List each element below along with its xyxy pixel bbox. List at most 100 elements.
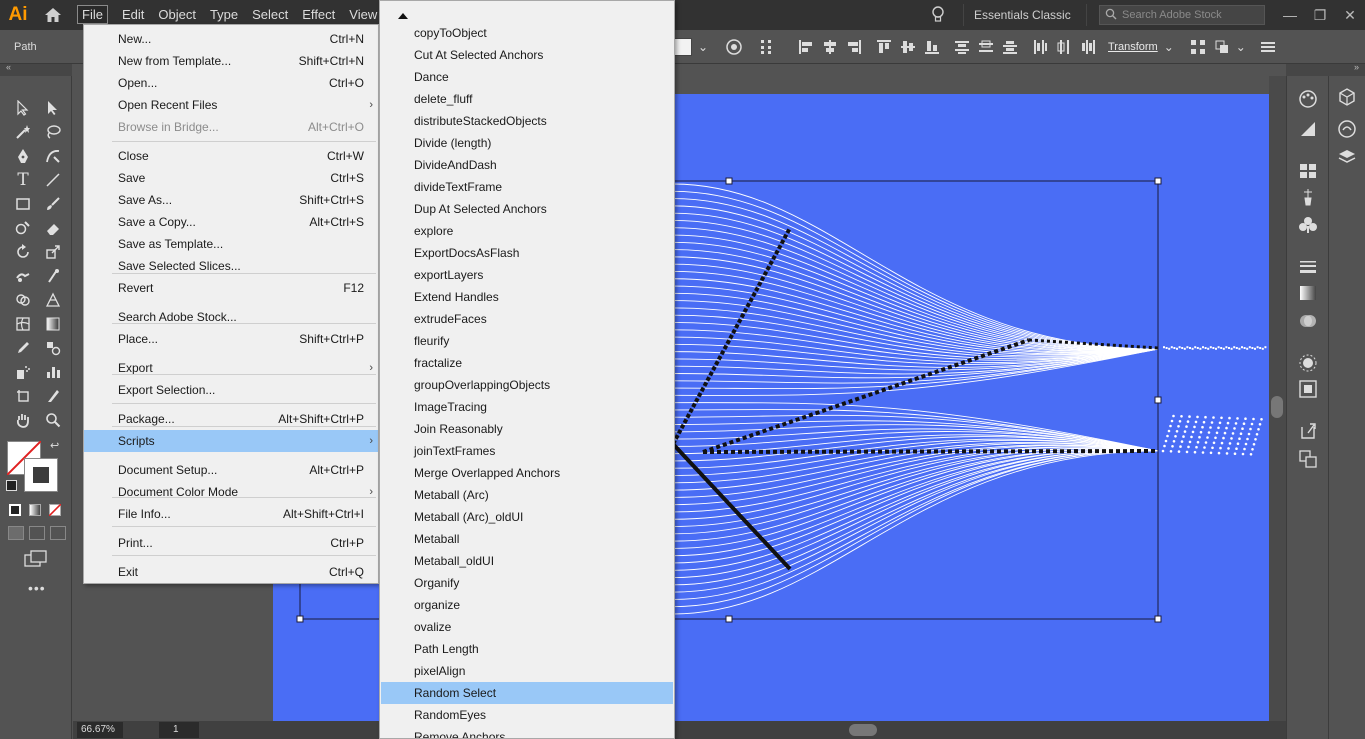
panel-menu-icon[interactable] — [1258, 37, 1278, 57]
file-menu-item-browse-in-bridge[interactable]: Browse in Bridge... Alt+Ctrl+O — [84, 116, 378, 138]
mesh-tool-icon[interactable] — [8, 312, 38, 336]
screen-mode-icon[interactable] — [24, 550, 48, 571]
script-item[interactable]: Organify — [381, 572, 673, 594]
script-item[interactable]: Metaball (Arc)_oldUI — [381, 506, 673, 528]
align-top-icon[interactable] — [874, 37, 894, 57]
horizontal-scroll-thumb[interactable] — [849, 724, 877, 736]
script-item[interactable]: pixelAlign — [381, 660, 673, 682]
file-menu-item-scripts[interactable]: Scripts › — [84, 430, 378, 452]
zoom-level-field[interactable]: 66.67% — [77, 722, 123, 738]
workspace-switcher[interactable]: Essentials Classic ⌄ — [963, 4, 1087, 44]
lasso-tool-icon[interactable] — [38, 120, 68, 144]
brushes-icon[interactable] — [1296, 186, 1320, 208]
slice-tool-icon[interactable] — [38, 384, 68, 408]
vertical-scroll-thumb[interactable] — [1271, 396, 1283, 418]
warp-tool-icon[interactable] — [8, 264, 38, 288]
stroke-color-swatch[interactable] — [24, 458, 58, 492]
file-menu-item-file-info[interactable]: File Info... Alt+Shift+Ctrl+I — [84, 503, 378, 525]
script-item[interactable]: RandomEyes — [381, 704, 673, 726]
default-colors-icon[interactable] — [6, 480, 17, 491]
isolate-icon[interactable] — [1188, 37, 1208, 57]
file-menu-item-close[interactable]: Close Ctrl+W — [84, 145, 378, 167]
draw-inside-icon[interactable] — [50, 526, 66, 540]
script-item[interactable]: Dup At Selected Anchors — [381, 198, 673, 220]
recolor-icon[interactable] — [724, 37, 744, 57]
eraser-tool-icon[interactable] — [38, 216, 68, 240]
file-menu-item-save-as-template[interactable]: Save as Template... — [84, 233, 378, 255]
script-item[interactable]: organize — [381, 594, 673, 616]
fill-swatch[interactable] — [672, 38, 692, 56]
file-menu-item-exit[interactable]: Exit Ctrl+Q — [84, 561, 378, 583]
transform-link[interactable]: Transform — [1108, 41, 1158, 53]
chevron-down-icon[interactable]: ⌄ — [1164, 37, 1174, 57]
file-menu-item-save-as[interactable]: Save As... Shift+Ctrl+S — [84, 189, 378, 211]
script-item[interactable]: ExportDocsAsFlash — [381, 242, 673, 264]
color-guide-icon[interactable] — [1296, 118, 1320, 140]
script-item[interactable]: fractalize — [381, 352, 673, 374]
script-item[interactable]: Remove Anchors — [381, 726, 673, 738]
script-item[interactable]: explore — [381, 220, 673, 242]
file-menu-item-save[interactable]: Save Ctrl+S — [84, 167, 378, 189]
script-item[interactable]: Dance — [381, 66, 673, 88]
artboard-tool-icon[interactable] — [8, 384, 38, 408]
distribute-top-icon[interactable] — [952, 37, 972, 57]
perspective-grid-tool-icon[interactable] — [38, 288, 68, 312]
script-item[interactable]: ovalize — [381, 616, 673, 638]
column-graph-tool-icon[interactable] — [38, 360, 68, 384]
scale-tool-icon[interactable] — [38, 240, 68, 264]
rotate-tool-icon[interactable] — [8, 240, 38, 264]
script-item[interactable]: joinTextFrames — [381, 440, 673, 462]
line-tool-icon[interactable] — [38, 168, 68, 192]
distribute-bottom-icon[interactable] — [1000, 37, 1020, 57]
none-mode-icon[interactable] — [49, 504, 61, 516]
properties-icon[interactable] — [1335, 86, 1359, 108]
chevron-down-icon[interactable]: ⌄ — [698, 37, 708, 57]
blend-tool-icon[interactable] — [38, 336, 68, 360]
symbols-icon[interactable] — [1296, 214, 1320, 236]
swatches-icon[interactable] — [1296, 160, 1320, 182]
align-right-icon[interactable] — [844, 37, 864, 57]
puppet-warp-tool-icon[interactable] — [38, 264, 68, 288]
selection-tool-icon[interactable] — [8, 96, 38, 120]
lightbulb-icon[interactable] — [923, 0, 953, 30]
script-item[interactable]: groupOverlappingObjects — [381, 374, 673, 396]
symbol-sprayer-tool-icon[interactable] — [8, 360, 38, 384]
file-menu-item-export-selection[interactable]: Export Selection... — [84, 379, 378, 401]
gradient-icon[interactable] — [1296, 282, 1320, 304]
scroll-up-arrow-icon[interactable] — [398, 8, 408, 22]
script-item[interactable]: delete_fluff — [381, 88, 673, 110]
script-item[interactable]: Path Length — [381, 638, 673, 660]
script-item[interactable]: Metaball_oldUI — [381, 550, 673, 572]
layers-icon[interactable] — [1335, 146, 1359, 168]
file-menu-item-new-from-template[interactable]: New from Template... Shift+Ctrl+N — [84, 50, 378, 72]
graphic-styles-icon[interactable] — [1296, 378, 1320, 400]
search-stock-input[interactable]: Search Adobe Stock — [1099, 5, 1265, 25]
script-item[interactable]: distributeStackedObjects — [381, 110, 673, 132]
close-button[interactable]: ✕ — [1335, 0, 1365, 30]
shape-builder-tool-icon[interactable] — [8, 288, 38, 312]
eyedropper-tool-icon[interactable] — [8, 336, 38, 360]
script-item[interactable]: copyToObject — [381, 22, 673, 44]
file-menu-item-document-setup[interactable]: Document Setup... Alt+Ctrl+P — [84, 459, 378, 481]
draw-behind-icon[interactable] — [29, 526, 45, 540]
distribute-hcenter-icon[interactable] — [1054, 37, 1074, 57]
distribute-right-icon[interactable] — [1078, 37, 1098, 57]
direct-selection-tool-icon[interactable] — [38, 96, 68, 120]
restore-button[interactable]: ❐ — [1305, 0, 1335, 30]
file-menu-item-search-adobe-stock[interactable]: Search Adobe Stock... — [84, 306, 378, 328]
file-menu-item-place[interactable]: Place... Shift+Ctrl+P — [84, 328, 378, 350]
draw-normal-icon[interactable] — [8, 526, 24, 540]
script-item[interactable]: Divide (length) — [381, 132, 673, 154]
rectangle-tool-icon[interactable] — [8, 192, 38, 216]
cc-libraries-icon[interactable] — [1335, 118, 1359, 140]
artboards-icon[interactable] — [1296, 448, 1320, 470]
script-item[interactable]: extrudeFaces — [381, 308, 673, 330]
file-menu-item-print[interactable]: Print... Ctrl+P — [84, 532, 378, 554]
distribute-left-icon[interactable] — [1030, 37, 1050, 57]
hand-tool-icon[interactable] — [8, 408, 38, 432]
file-menu-item-save-a-copy[interactable]: Save a Copy... Alt+Ctrl+S — [84, 211, 378, 233]
script-item[interactable]: fleurify — [381, 330, 673, 352]
paintbrush-tool-icon[interactable] — [38, 192, 68, 216]
artboard-number-field[interactable]: 1 — [159, 722, 199, 738]
gradient-tool-icon[interactable] — [38, 312, 68, 336]
